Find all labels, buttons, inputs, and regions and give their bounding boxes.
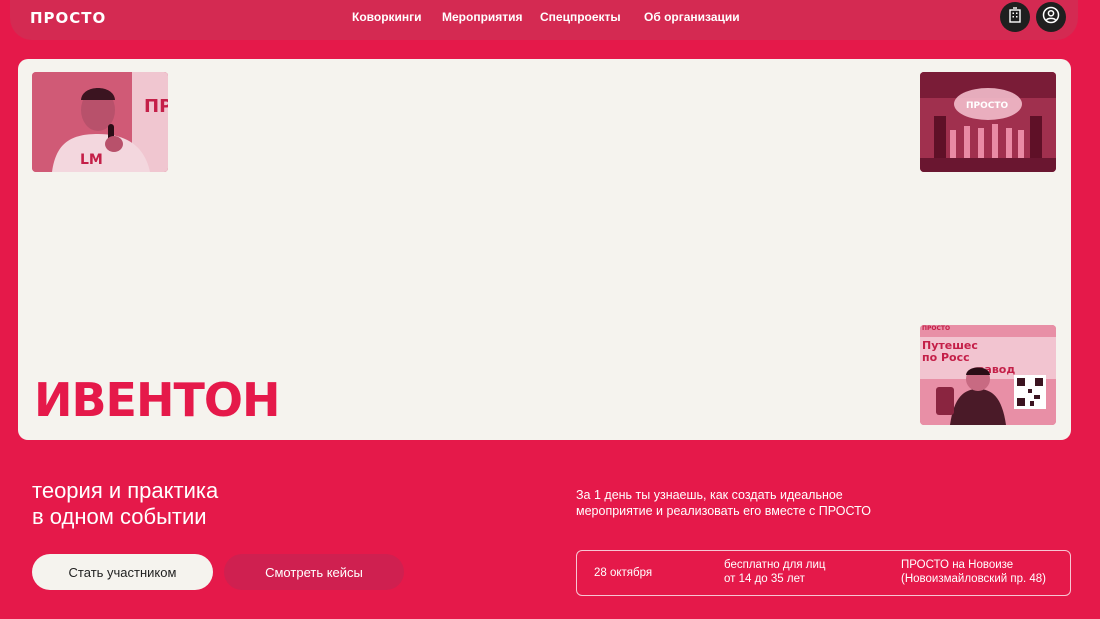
price-line-2: от 14 до 35 лет xyxy=(724,573,805,585)
concert-sign-text: ПРОСТО xyxy=(966,101,1009,111)
hero-banner: ПР LM ПРОСТО ПРОСТО Путешес по Росс заво… xyxy=(18,59,1071,440)
tagline-line-1: теория и практика xyxy=(32,478,219,503)
person-banner-text-1: ПРОСТО xyxy=(922,325,950,332)
photo-person-qr: ПРОСТО Путешес по Росс завод xyxy=(920,325,1056,425)
nav-item-events[interactable]: Мероприятия xyxy=(442,10,523,24)
event-title: ИВЕНТОН xyxy=(34,373,280,427)
user-icon xyxy=(1042,6,1060,29)
photo-concert: ПРОСТО xyxy=(920,72,1056,172)
nav-item-special-projects[interactable]: Спецпроекты xyxy=(540,10,621,24)
event-date: 28 октября xyxy=(594,567,653,579)
profile-button[interactable] xyxy=(1036,2,1066,32)
top-header: ПРОСТО Коворкинги Мероприятия Спецпроект… xyxy=(10,0,1078,40)
tagline: теория и практика в одном событии xyxy=(32,478,292,530)
price-line-1: бесплатно для лиц xyxy=(724,559,826,571)
event-info-panel: 28 октября бесплатно для лиц от 14 до 35… xyxy=(576,550,1071,596)
location-line-1: ПРОСТО на Новоизе xyxy=(901,559,1014,571)
logo[interactable]: ПРОСТО xyxy=(30,9,106,27)
coworking-button[interactable] xyxy=(1000,2,1030,32)
speaker-shirt-text: LM xyxy=(80,152,103,168)
speaker-banner-text: ПР xyxy=(144,96,168,117)
nav-item-about[interactable]: Об организации xyxy=(644,10,740,24)
view-cases-button[interactable]: Смотреть кейсы xyxy=(224,554,404,590)
person-banner-text-3: по Росс xyxy=(922,351,970,364)
event-description: За 1 день ты узнаешь, как создать идеаль… xyxy=(576,487,916,519)
nav-item-coworkings[interactable]: Коворкинги xyxy=(352,10,422,24)
building-icon xyxy=(1007,6,1023,28)
description-line-1: За 1 день ты узнаешь, как создать идеаль… xyxy=(576,488,843,502)
event-price: бесплатно для лиц от 14 до 35 лет xyxy=(724,558,825,586)
become-participant-button[interactable]: Стать участником xyxy=(32,554,213,590)
event-location: ПРОСТО на Новоизе (Новоизмайловский пр. … xyxy=(901,558,1046,586)
description-line-2: мероприятие и реализовать его вместе с П… xyxy=(576,504,871,518)
tagline-line-2: в одном событии xyxy=(32,504,207,529)
photo-speaker: ПР LM xyxy=(32,72,168,172)
location-line-2: (Новоизмайловский пр. 48) xyxy=(901,573,1047,585)
